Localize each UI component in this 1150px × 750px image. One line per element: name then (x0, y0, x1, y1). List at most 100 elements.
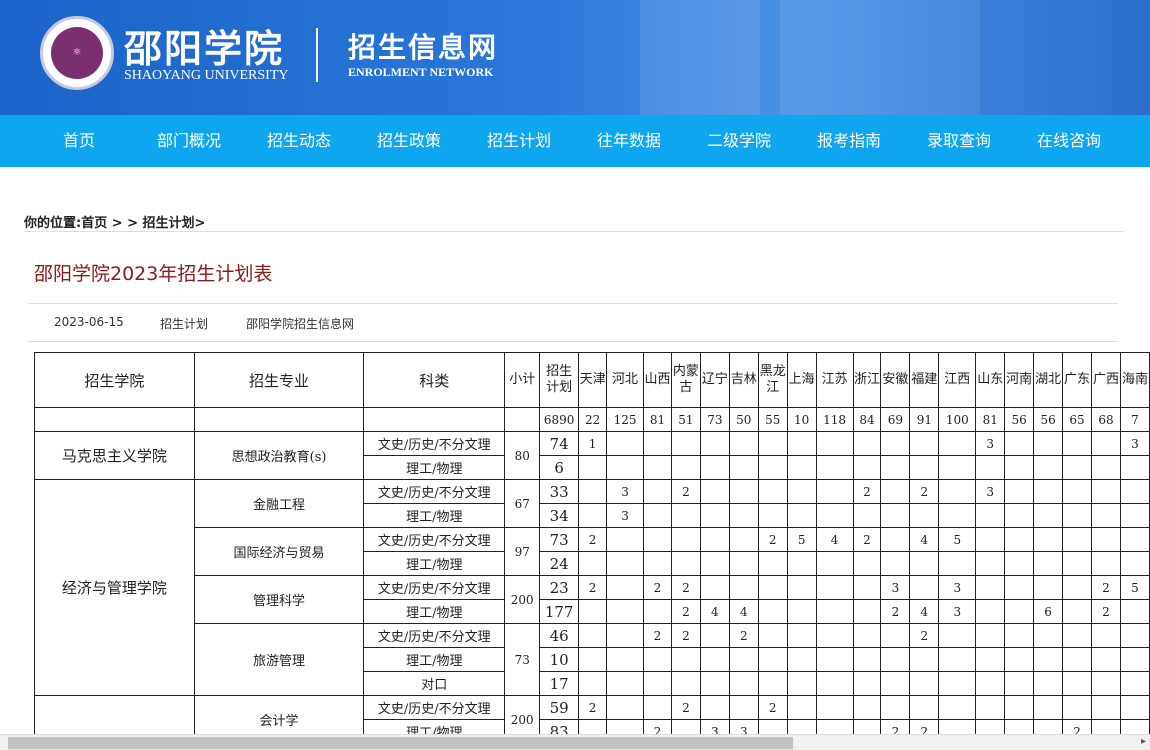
province-count-cell (1004, 551, 1035, 576)
province-count-cell (578, 455, 608, 480)
nav-item-guide[interactable]: 报考指南 (794, 115, 904, 167)
province-count-cell (852, 551, 882, 576)
column-header: 招生计划 (539, 352, 580, 408)
province-total-cell: 51 (670, 407, 701, 432)
province-total-cell: 125 (606, 407, 644, 432)
province-count-cell (757, 623, 788, 648)
nav-item-plan[interactable]: 招生计划 (464, 115, 574, 167)
nav-item-colleges[interactable]: 二级学院 (684, 115, 794, 167)
nav-item-news[interactable]: 招生动态 (244, 115, 354, 167)
province-count-cell (1033, 695, 1064, 720)
province-count-cell (909, 575, 940, 600)
province-count-cell (815, 503, 854, 528)
province-count-cell (852, 503, 882, 528)
province-count-cell (606, 551, 644, 576)
scroll-right-icon[interactable]: ▸ (1141, 736, 1146, 747)
province-count-cell (786, 671, 817, 696)
subject-type-cell: 文史/历史/不分文理 (363, 527, 506, 552)
province-count-cell (642, 431, 672, 456)
province-header: 内蒙古 (670, 352, 701, 408)
province-count-cell (909, 647, 940, 672)
province-count-cell (1119, 455, 1150, 480)
province-count-cell (757, 647, 788, 672)
province-count-cell (642, 527, 672, 552)
plan-cell: 10 (539, 647, 580, 672)
province-total-cell: 7 (1119, 407, 1150, 432)
province-count-cell (728, 551, 759, 576)
province-count-cell: 3 (880, 575, 911, 600)
province-count-cell (1004, 599, 1035, 624)
province-count-cell (938, 503, 977, 528)
subtotal-cell: 97 (504, 527, 541, 576)
article-date: 2023-06-15 (54, 315, 124, 329)
divider (28, 341, 1118, 342)
province-header: 江西 (938, 352, 977, 408)
breadcrumb[interactable]: 你的位置:首页 > > 招生计划> (24, 212, 205, 231)
province-count-cell (728, 527, 759, 552)
province-count-cell (728, 455, 759, 480)
site-name: 招生信息网 (348, 31, 499, 64)
province-count-cell (786, 431, 817, 456)
province-count-cell (975, 551, 1006, 576)
province-count-cell (815, 455, 854, 480)
school-name: 邵阳学院 (124, 26, 285, 71)
province-count-cell (938, 647, 977, 672)
province-count-cell (880, 455, 911, 480)
province-count-cell (728, 575, 759, 600)
nav-item-history[interactable]: 往年数据 (574, 115, 684, 167)
subtotal-cell: 67 (504, 479, 541, 528)
province-total-cell: 68 (1091, 407, 1121, 432)
site-header: ⚛ 邵阳学院 SHAOYANG UNIVERSITY 招生信息网 ENROLME… (0, 0, 1150, 115)
province-header: 浙江 (852, 352, 882, 408)
province-count-cell (606, 455, 644, 480)
province-count-cell (757, 479, 788, 504)
province-total-cell: 50 (728, 407, 759, 432)
province-count-cell (786, 695, 817, 720)
province-count-cell: 2 (578, 575, 608, 600)
province-count-cell (852, 623, 882, 648)
province-count-cell (1062, 695, 1093, 720)
table-row: 国际经济与贸易 文史/历史/不分文理 97 73 2 2 5 4 2 4 5 (35, 527, 1150, 576)
province-count-cell (699, 455, 730, 480)
province-total-cell: 118 (815, 407, 854, 432)
province-count-cell (642, 479, 672, 504)
province-count-cell (728, 695, 759, 720)
province-count-cell (909, 503, 940, 528)
province-count-cell (1004, 479, 1035, 504)
province-count-cell (938, 671, 977, 696)
province-count-cell (815, 431, 854, 456)
province-count-cell (938, 455, 977, 480)
totals-row: 6890 22 125 81 51 73 50 55 10 118 84 69 91 100 81 56 56 6… (34, 407, 1150, 432)
province-count-cell (909, 455, 940, 480)
nav-item-home[interactable]: 首页 (24, 115, 134, 167)
province-count-cell (1062, 623, 1093, 648)
province-total-cell: 81 (975, 407, 1006, 432)
column-header: 科类 (363, 352, 506, 408)
university-logo[interactable]: ⚛ (40, 16, 114, 90)
province-count-cell (1091, 623, 1121, 648)
province-count-cell (909, 671, 940, 696)
province-count-cell (1033, 623, 1064, 648)
nav-item-consult[interactable]: 在线咨询 (1014, 115, 1124, 167)
province-count-cell (1119, 671, 1150, 696)
province-count-cell (1062, 647, 1093, 672)
plan-cell: 34 (539, 503, 580, 528)
province-count-cell (1062, 527, 1093, 552)
scrollbar-thumb[interactable] (8, 737, 793, 749)
province-count-cell (1119, 599, 1150, 624)
nav-item-admission-query[interactable]: 录取查询 (904, 115, 1014, 167)
site-name-en: ENROLMENT NETWORK (348, 65, 494, 79)
nav-item-policy[interactable]: 招生政策 (354, 115, 464, 167)
nav-item-department[interactable]: 部门概况 (134, 115, 244, 167)
province-count-cell (1119, 695, 1150, 720)
province-count-cell (786, 479, 817, 504)
school-name-en: SHAOYANG UNIVERSITY (124, 68, 289, 83)
province-count-cell (815, 647, 854, 672)
province-count-cell (975, 527, 1006, 552)
province-count-cell: 3 (975, 479, 1006, 504)
province-count-cell (1062, 599, 1093, 624)
province-count-cell (670, 503, 701, 528)
province-count-cell (880, 503, 911, 528)
horizontal-scrollbar[interactable]: ▸ (0, 734, 1150, 750)
province-count-cell (1091, 479, 1121, 504)
